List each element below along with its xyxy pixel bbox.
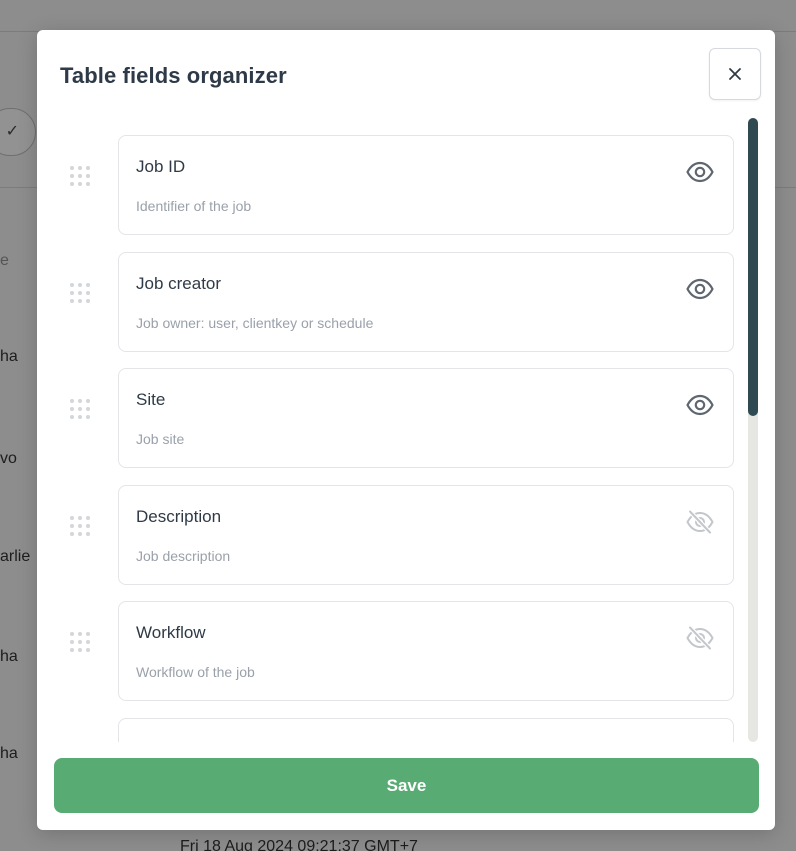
field-name: Job creator — [136, 273, 222, 293]
close-button[interactable] — [709, 48, 761, 100]
field-name: Description — [136, 506, 222, 526]
drag-handle-icon[interactable] — [70, 399, 96, 425]
drag-handle-icon[interactable] — [70, 632, 96, 658]
field-card[interactable]: Workflow Workflow of the job — [118, 601, 734, 701]
eye-icon — [686, 394, 714, 416]
scrollbar-track[interactable] — [748, 118, 758, 742]
background-timestamp: Fri 18 Aug 2024 09:21:37 GMT+7 — [180, 838, 418, 851]
background-peek-text: ha — [0, 348, 18, 365]
field-card[interactable]: Job ID Identifier of the job — [118, 135, 734, 235]
eye-icon — [686, 278, 714, 299]
background-peek-text: e — [0, 252, 9, 269]
visibility-toggle-on[interactable] — [684, 391, 716, 419]
fields-list[interactable]: Job ID Identifier of the job Job creator Jo… — [37, 130, 775, 742]
drag-handle-icon[interactable] — [70, 166, 96, 192]
field-card[interactable]: Job creator Job owner: user, clientkey or… — [118, 251, 734, 352]
field-row: Job ID Identifier of the job — [37, 130, 775, 235]
scrollbar-thumb[interactable] — [748, 118, 758, 416]
field-row — [37, 713, 775, 742]
field-description: Job owner: user, clientkey or schedule — [136, 314, 374, 331]
field-description: Job description — [136, 547, 231, 564]
visibility-toggle-on[interactable] — [684, 158, 716, 186]
field-card[interactable] — [118, 717, 734, 742]
field-card[interactable]: Site Job site — [118, 368, 734, 468]
field-row: Site Job site — [37, 363, 775, 468]
eye-off-icon — [686, 625, 714, 651]
save-button[interactable]: Save — [54, 758, 759, 813]
background-peek-text: ha — [0, 745, 18, 762]
modal-title: Table fields organizer — [60, 63, 287, 88]
drag-handle-icon[interactable] — [70, 282, 96, 309]
visibility-toggle-off[interactable] — [684, 508, 716, 536]
eye-off-icon — [686, 508, 714, 535]
field-description: Job site — [136, 431, 185, 447]
background-check-button: ✓ — [0, 108, 36, 156]
drag-handle-icon[interactable] — [70, 515, 96, 542]
field-row: Description Job description — [37, 480, 775, 585]
field-row: Workflow Workflow of the job — [37, 596, 775, 701]
field-card[interactable]: Description Job description — [118, 484, 734, 585]
background-peek-text: ha — [0, 648, 18, 665]
field-name: Workflow — [136, 623, 206, 642]
visibility-toggle-on[interactable] — [684, 275, 716, 303]
field-description: Workflow of the job — [136, 664, 255, 680]
background-peek-text: vo — [0, 450, 17, 467]
close-icon — [729, 68, 741, 80]
table-fields-organizer-modal: Table fields organizer Job ID Identifier … — [37, 30, 775, 830]
field-name: Job ID — [136, 157, 186, 176]
eye-icon — [686, 161, 714, 183]
visibility-toggle-off[interactable] — [684, 624, 716, 652]
field-description: Identifier of the job — [136, 198, 252, 214]
background-peek-text: arlie — [0, 548, 31, 565]
field-row: Job creator Job owner: user, clientkey or… — [37, 247, 775, 352]
field-name: Site — [136, 390, 166, 409]
